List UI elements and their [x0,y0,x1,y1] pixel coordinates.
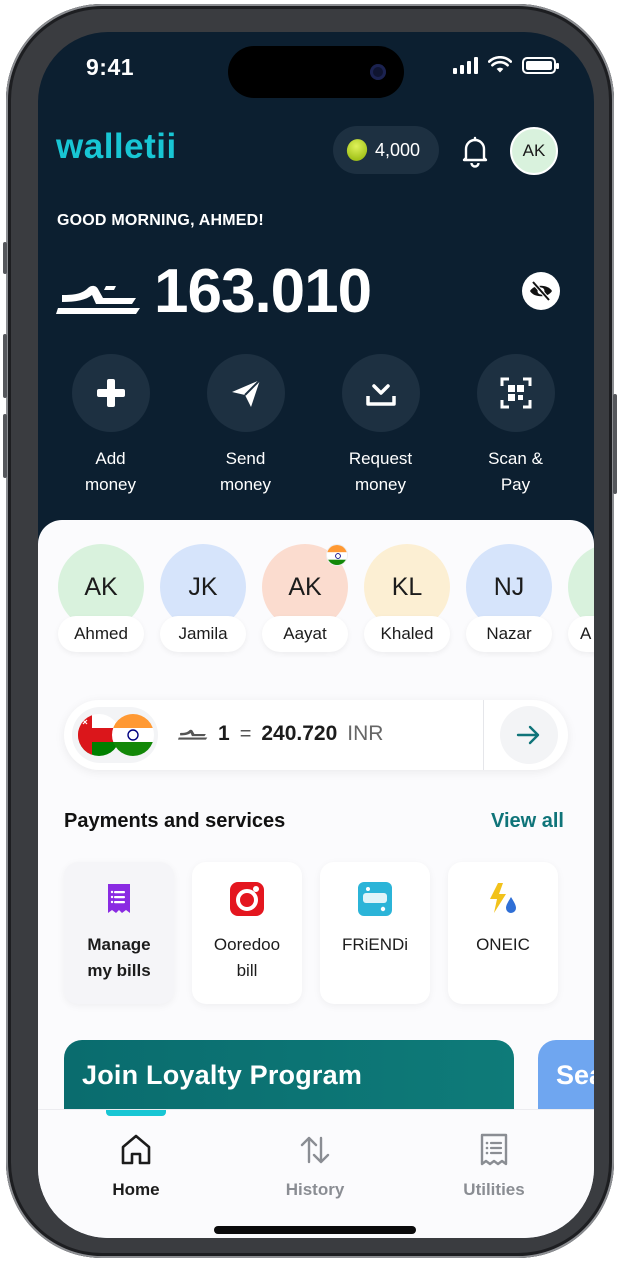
qr-scan-icon [500,377,531,409]
omani-rial-symbol [56,285,140,314]
service-label: FRiENDi [341,935,409,954]
contact-name: Ahmed [58,616,144,652]
hide-balance-button[interactable] [522,272,560,310]
recent-contacts: AK Ahmed JK Jamila AK Aayat KL Khaled NJ… [38,544,594,662]
action-label: Send money [219,449,272,494]
greeting-text: GOOD MORNING, AHMED! [57,212,264,229]
volume-up-button [3,334,7,398]
home-icon [121,1134,151,1165]
bell-icon[interactable] [456,132,494,170]
contact-item[interactable]: KL Khaled [364,544,450,662]
plus-icon [96,379,125,407]
view-all-link[interactable]: View all [491,810,564,833]
battery-icon [522,56,559,74]
signal-icon [453,56,478,74]
active-tab-indicator [106,1110,166,1116]
phone-frame: 9:41 walletii 4,000 AK GOOD MORNING, AHM… [3,4,617,1258]
contact-name: Jamila [160,616,246,652]
send-money-button[interactable]: Send money [178,354,313,498]
quick-actions: Add money Send money Request money Scan … [38,354,594,498]
bottom-tab-bar: Home History Utilities [38,1109,594,1238]
contact-item[interactable]: JK Jamila [160,544,246,662]
contact-name: Nazar [466,616,552,652]
oneic-icon [490,883,516,913]
exchange-rate-text: 1 = 240.720 INR [178,722,383,746]
action-circle [71,354,150,432]
contact-item[interactable]: NJ Nazar [466,544,552,662]
home-indicator [214,1226,416,1234]
contact-name: A [568,616,594,652]
exchange-rate-arrow-button[interactable] [500,706,558,764]
promo-title: Join Loyalty Program [82,1060,363,1090]
contact-name: Khaled [364,616,450,652]
contact-name: Aayat [262,616,348,652]
profile-avatar[interactable]: AK [510,127,558,175]
service-oneic[interactable]: ONEIC [448,862,558,1004]
tab-label: History [285,1180,345,1199]
arrow-right-icon [516,725,540,745]
points-value: 4,000 [375,139,421,160]
points-badge[interactable]: 4,000 [333,126,439,174]
request-money-button[interactable]: Request money [313,354,448,498]
omani-rial-symbol [178,729,208,740]
rate-from-amount: 1 [218,722,230,745]
currency-flags [72,707,158,763]
tab-label: Utilities [463,1180,525,1199]
divider [483,700,484,770]
power-button [613,394,617,494]
service-manage-bills[interactable]: Manage my bills [64,862,174,1004]
history-arrows-icon [300,1136,330,1164]
coin-icon [343,136,371,164]
bill-icon [108,884,130,913]
india-flag-icon [112,714,154,756]
inbox-download-icon [365,384,396,406]
exchange-rate-card[interactable]: 1 = 240.720 INR [64,700,568,770]
mute-switch [3,242,7,274]
scan-and-pay-button[interactable]: Scan & Pay [448,354,583,498]
service-friendi[interactable]: FRiENDi [320,862,430,1004]
action-label: Add money [84,449,137,494]
screen: 9:41 walletii 4,000 AK GOOD MORNING, AHM… [38,32,594,1238]
status-time: 9:41 [86,54,135,80]
contact-item[interactable]: AK Ahmed [58,544,144,662]
action-circle [476,354,555,432]
service-ooredoo[interactable]: Ooredoo bill [192,862,302,1004]
services-list: Manage my bills Ooredoo bill FRiENDi ONE… [64,862,558,1004]
promo-title: Sea [556,1060,594,1090]
tab-utilities[interactable]: Utilities [434,1132,554,1200]
contact-item[interactable]: AK Aayat [262,544,348,662]
dynamic-island [228,46,404,98]
app-logo: walletii [56,127,177,166]
tab-home[interactable]: Home [76,1132,196,1200]
tab-history[interactable]: History [255,1132,375,1200]
balance-amount: 163.010 [154,257,372,326]
service-label: Manage my bills [87,935,151,980]
rate-to-currency: INR [347,722,384,745]
tab-label: Home [112,1180,160,1199]
action-circle [341,354,420,432]
status-icons [453,56,559,74]
action-label: Scan & Pay [488,449,543,494]
status-bar: 9:41 [38,32,594,112]
add-money-button[interactable]: Add money [43,354,178,498]
section-title: Payments and services [64,810,286,832]
paper-plane-icon [231,379,261,407]
service-label: Ooredoo bill [213,935,281,980]
action-label: Request money [348,449,413,494]
ooredoo-icon [230,882,264,916]
wifi-icon [488,56,512,73]
action-circle [206,354,285,432]
receipt-icon [480,1133,508,1166]
camera-icon [370,64,386,80]
contact-item[interactable]: A [568,544,594,662]
india-flag-icon [326,544,348,566]
friendi-icon [358,882,392,916]
eye-off-icon [530,280,552,302]
rate-to-amount: 240.720 [261,722,338,745]
volume-down-button [3,414,7,478]
rate-equals: = [239,722,252,745]
service-label: ONEIC [476,935,530,954]
